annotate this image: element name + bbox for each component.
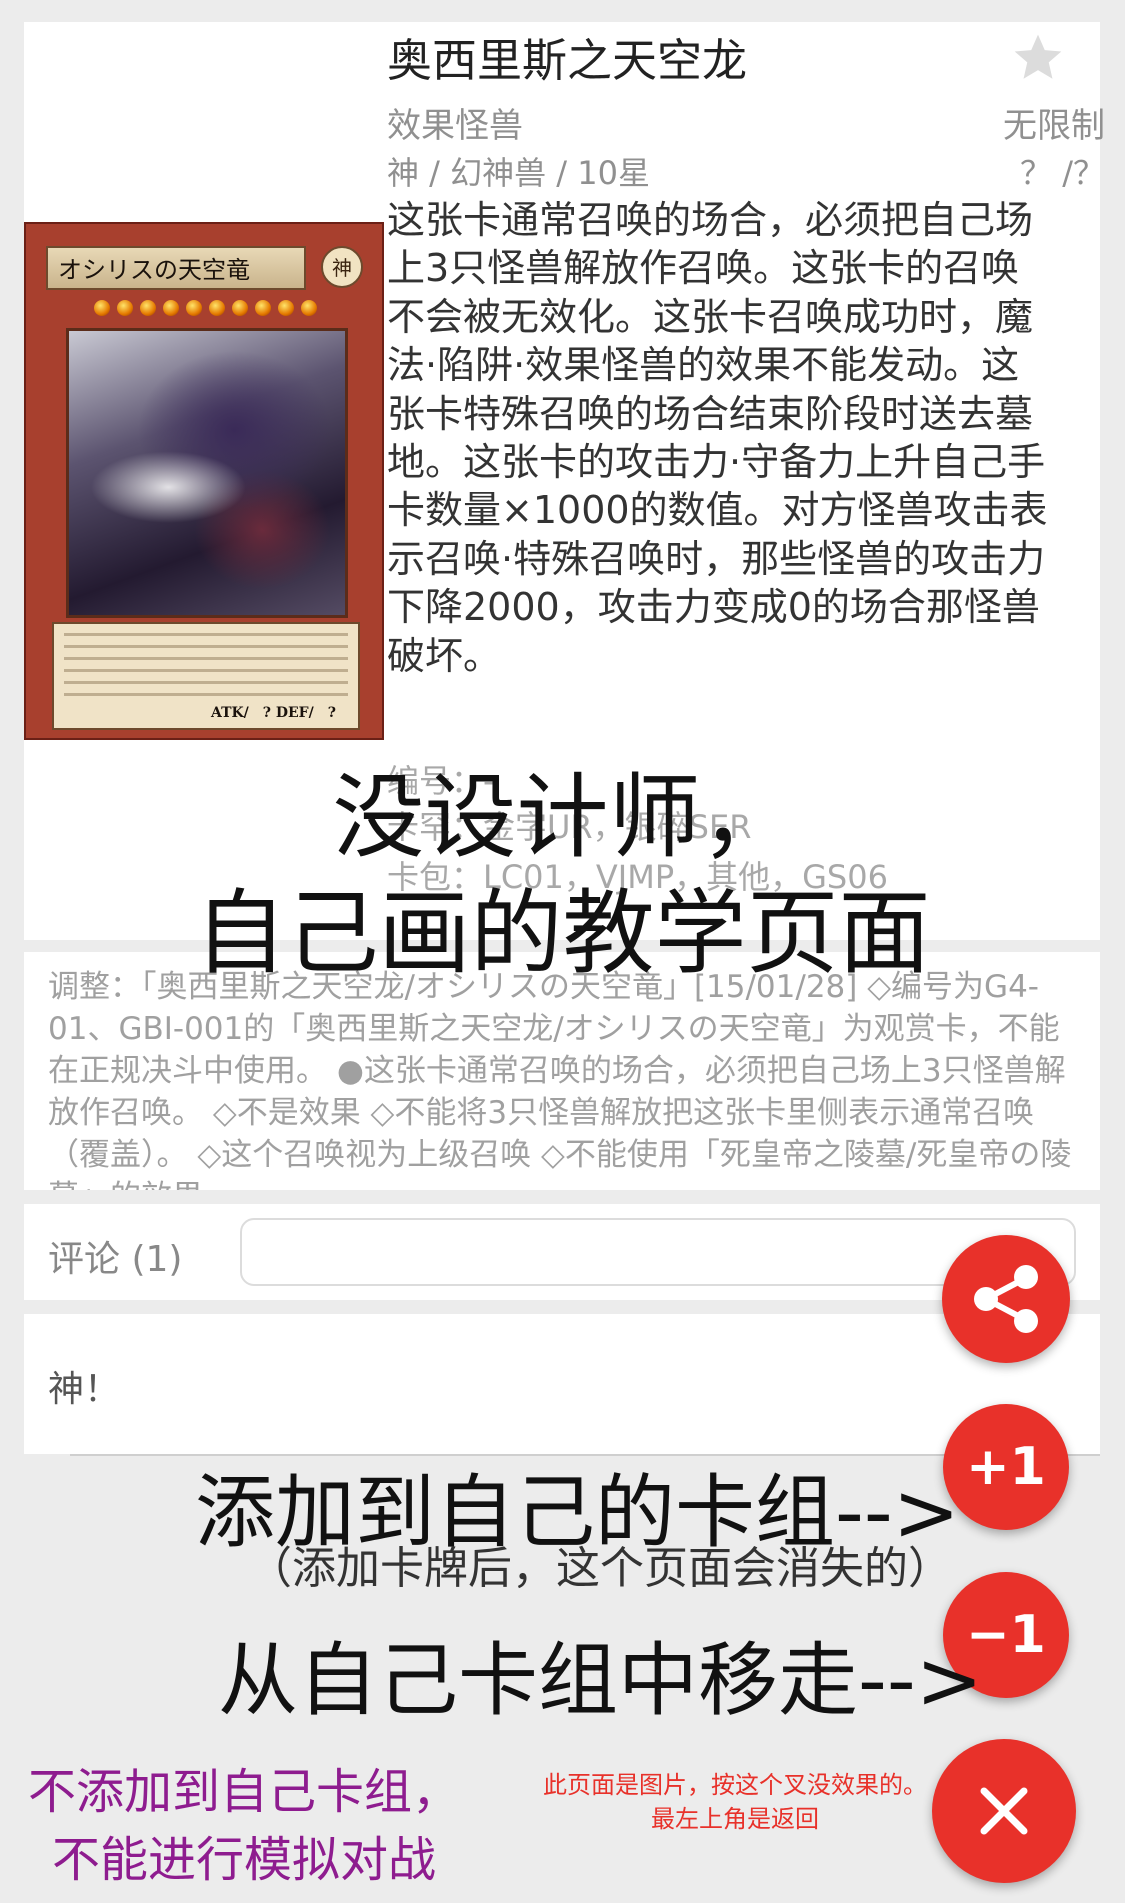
- card-name: 奥西里斯之天空龙: [387, 34, 748, 87]
- card-image-name: オシリスの天空竜: [46, 246, 306, 290]
- card-image-stats: ATK/ ? DEF/ ?: [211, 705, 336, 721]
- remove-hint-text: 从自己卡组中移走-->: [218, 1634, 983, 1727]
- card-artwork: [66, 328, 348, 618]
- card-atk-def: ？ /？: [1020, 154, 1105, 192]
- add-hint-note: （添加卡牌后，这个页面会消失的）: [248, 1543, 952, 1594]
- comment-count-label: 评论 (1): [48, 1239, 183, 1280]
- level-star-icon: [278, 300, 294, 316]
- tutorial-title-overlay: 没设计师， 自己画的教学页面: [0, 760, 1125, 992]
- card-image-level-stars: [94, 300, 317, 316]
- close-hint-line: 此页面是图片，按这个叉没效果的。: [543, 1771, 927, 1799]
- share-button[interactable]: [942, 1235, 1070, 1363]
- level-star-icon: [163, 300, 179, 316]
- close-hint-line: 最左上角是返回: [651, 1805, 819, 1833]
- level-star-icon: [140, 300, 156, 316]
- close-hint-note: 此页面是图片，按这个叉没效果的。 最左上角是返回: [510, 1768, 960, 1836]
- deck-warning-line: 不能进行模拟对战: [52, 1832, 437, 1888]
- card-image-attribute: 神: [321, 246, 363, 288]
- card-race-level: 神 / 幻神兽 / 10星: [387, 154, 650, 192]
- level-star-icon: [232, 300, 248, 316]
- comment-item: 神！: [24, 1314, 1100, 1454]
- level-star-icon: [117, 300, 133, 316]
- deck-warning-text: 不添加到自己卡组， 不能进行模拟对战: [28, 1758, 460, 1894]
- level-star-icon: [209, 300, 225, 316]
- card-limit-status: 无限制: [1003, 106, 1105, 146]
- comment-text: 神！: [48, 1369, 121, 1410]
- tutorial-title-line: 没设计师，: [332, 764, 793, 871]
- favorite-star-icon[interactable]: [1010, 30, 1066, 86]
- level-star-icon: [186, 300, 202, 316]
- tutorial-title-line: 自己画的教学页面: [194, 880, 931, 987]
- add-to-deck-button[interactable]: +1: [943, 1404, 1069, 1530]
- deck-warning-line: 不添加到自己卡组，: [28, 1764, 461, 1820]
- card-type: 效果怪兽: [387, 106, 523, 146]
- card-effect-text: 这张卡通常召唤的场合，必须把自己场上3只怪兽解放作召唤。这张卡的召唤不会被无效化…: [387, 198, 1048, 678]
- comment-bar: 评论 (1): [24, 1204, 1100, 1300]
- ruling-text: 调整：「奥西里斯之天空龙/オシリスの天空竜」[15/01/28] ◇编号为G4-…: [48, 969, 1072, 1190]
- level-star-icon: [301, 300, 317, 316]
- level-star-icon: [94, 300, 110, 316]
- share-icon: [974, 1265, 1038, 1333]
- level-star-icon: [255, 300, 271, 316]
- card-image: オシリスの天空竜 神 ATK/ ? DEF/ ?: [24, 222, 384, 740]
